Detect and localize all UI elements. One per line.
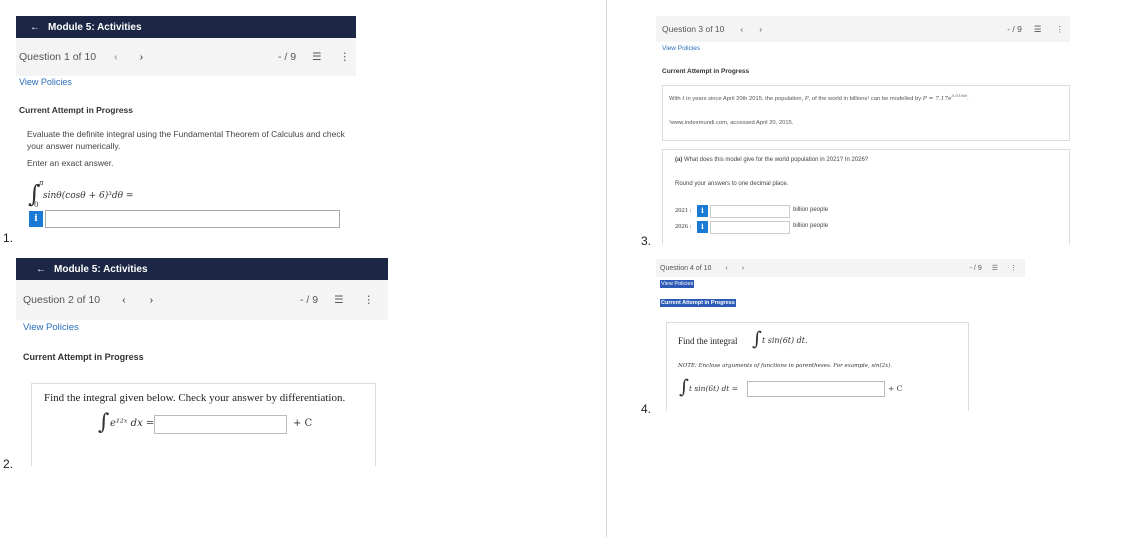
integral-upper-limit: π <box>39 179 44 187</box>
view-policies-link[interactable]: View Policies <box>23 322 79 333</box>
back-arrow-icon[interactable]: ← <box>30 22 40 33</box>
score: - / 9 <box>969 264 982 272</box>
panel-question-2: ← Module 5: Activities Question 2 of 10 … <box>16 258 388 466</box>
attempt-heading: Current Attempt in Progress <box>662 68 750 75</box>
module-title: Module 5: Activities <box>54 263 148 275</box>
unit-label: billion people <box>793 223 829 229</box>
score: - / 9 <box>277 51 297 63</box>
integral-lower-limit: 0 <box>34 201 39 209</box>
view-policies-link[interactable]: View Policies <box>660 280 695 288</box>
prev-question-button[interactable]: ‹ <box>122 294 126 306</box>
integral-sign-icon: ∫ <box>679 376 689 398</box>
list-icon[interactable]: ☰ <box>992 264 998 272</box>
next-question-button[interactable]: › <box>759 24 762 34</box>
intro-end: , of the world in billions¹ can be model… <box>808 95 923 102</box>
next-question-button[interactable]: › <box>140 51 144 63</box>
model-formula-exponent: 0.0106t <box>951 93 968 98</box>
question-counter: Question 4 of 10 <box>660 264 712 272</box>
part-a-text: What does this model give for the world … <box>682 157 869 163</box>
panel-question-4: Question 4 of 10 ‹ › - / 9 ☰ ⋮ View Poli… <box>656 259 1025 411</box>
prompt-math: t sin(6t) dt. <box>762 336 808 345</box>
question-bar: Question 4 of 10 ‹ › - / 9 ☰ ⋮ <box>656 259 1025 277</box>
panel-question-1: ← Module 5: Activities Question 1 of 10 … <box>16 16 356 238</box>
note-text: NOTE: Enclose arguments of functions in … <box>678 363 893 369</box>
list-icon[interactable]: ☰ <box>312 51 321 63</box>
answer-row-2026: 2026 : i billion people <box>675 221 875 234</box>
next-question-button[interactable]: › <box>150 294 154 306</box>
answer-input[interactable] <box>45 210 340 228</box>
intro-box: With t in years since April 20th 2015, t… <box>662 85 1070 141</box>
question-bar: Question 3 of 10 ‹ › - / 9 ☰ ⋮ <box>656 16 1070 42</box>
answer-input-2026[interactable] <box>710 221 790 234</box>
answer-input[interactable] <box>154 415 287 434</box>
year-label: 2026 : <box>675 223 692 230</box>
prev-question-button[interactable]: ‹ <box>725 265 727 272</box>
question-prompt: Find the integral ∫ t sin(6t) dt. <box>678 328 878 354</box>
integral-expression: ∫ π 0 sinθ(cosθ + 6)³dθ = <box>28 179 168 210</box>
panel-divider <box>606 0 607 537</box>
info-button[interactable]: i <box>697 205 708 217</box>
answer-row-2021: 2021 : i billion people <box>675 205 875 218</box>
prev-question-button[interactable]: ‹ <box>114 51 118 63</box>
score: - / 9 <box>299 294 319 306</box>
question-counter: Question 3 of 10 <box>662 24 725 34</box>
module-header: ← Module 5: Activities <box>16 16 356 38</box>
model-formula: P = 7.17e <box>922 95 952 102</box>
question-counter: Question 1 of 10 <box>19 51 97 63</box>
item-label-4: 4. <box>641 402 652 416</box>
part-a-question: (a) What does this model give for the wo… <box>675 157 868 163</box>
exact-answer-note: Enter an exact answer. <box>27 158 114 168</box>
integrand: t sin(6t) dt = <box>689 384 738 393</box>
answer-input-2021[interactable] <box>710 205 790 218</box>
attempt-heading: Current Attempt in Progress <box>23 352 144 362</box>
unit-label: billion people <box>793 207 829 213</box>
instructions: Evaluate the definite integral using the… <box>27 129 345 151</box>
integral-sign-icon: ∫ <box>98 410 110 435</box>
module-title: Module 5: Activities <box>48 21 142 33</box>
prev-question-button[interactable]: ‹ <box>740 24 743 34</box>
item-label-2: 2. <box>3 457 14 471</box>
more-icon[interactable]: ⋮ <box>364 294 375 306</box>
question-bar: Question 1 of 10 ‹ › - / 9 ☰ ⋮ <box>16 38 356 76</box>
integral-sign-icon: ∫ <box>752 328 762 350</box>
panel-question-3: Question 3 of 10 ‹ › - / 9 ☰ ⋮ View Poli… <box>656 16 1070 244</box>
plus-c-constant: + C <box>293 418 313 429</box>
prompt-text: Find the integral <box>678 336 738 346</box>
footnote: ¹www.indexmundi.com, accessed April 20, … <box>669 120 794 126</box>
answer-input[interactable] <box>747 381 885 397</box>
question-box: Find the integral ∫ t sin(6t) dt. NOTE: … <box>666 322 969 411</box>
question-counter: Question 2 of 10 <box>23 294 101 306</box>
year-label: 2021 : <box>675 207 692 214</box>
plus-c-constant: + C <box>888 384 903 393</box>
more-icon[interactable]: ⋮ <box>1056 24 1065 35</box>
item-label-1: 1. <box>3 231 14 245</box>
info-button[interactable]: i <box>29 211 43 227</box>
info-button[interactable]: i <box>697 221 708 233</box>
module-header: ← Module 5: Activities <box>16 258 388 280</box>
next-question-button[interactable]: › <box>742 265 744 272</box>
attempt-heading: Current Attempt in Progress <box>660 299 736 307</box>
integrand: e¹²ˣ dx = <box>110 418 155 429</box>
attempt-heading: Current Attempt in Progress <box>19 105 133 115</box>
score: - / 9 <box>1007 24 1022 34</box>
intro-text: With t in years since April 20th 2015, t… <box>669 93 969 102</box>
view-policies-link[interactable]: View Policies <box>19 77 72 87</box>
item-label-3: 3. <box>641 234 652 248</box>
list-icon[interactable]: ☰ <box>334 294 343 306</box>
question-box: Find the integral given below. Check you… <box>31 383 376 466</box>
view-policies-link[interactable]: View Policies <box>662 45 700 52</box>
question-prompt: Find the integral given below. Check you… <box>44 392 346 404</box>
back-arrow-icon[interactable]: ← <box>36 264 46 275</box>
intro-mid: in years since April 20th 2015, the popu… <box>684 95 805 102</box>
intro-start: With <box>669 95 683 102</box>
more-icon[interactable]: ⋮ <box>340 51 351 63</box>
part-a-box: (a) What does this model give for the wo… <box>662 149 1070 244</box>
integrand: sinθ(cosθ + 6)³dθ = <box>43 191 134 201</box>
question-bar: Question 2 of 10 ‹ › - / 9 ☰ ⋮ <box>16 280 388 320</box>
more-icon[interactable]: ⋮ <box>1010 264 1017 272</box>
rounding-note: Round your answers to one decimal place. <box>675 181 789 187</box>
list-icon[interactable]: ☰ <box>1034 24 1042 35</box>
